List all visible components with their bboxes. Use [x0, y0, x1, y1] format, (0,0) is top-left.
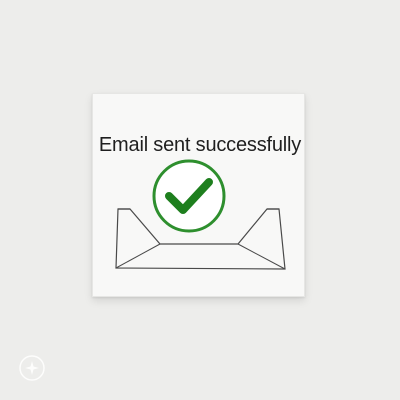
confirmation-screen: { "message": "Email sent successfully", …: [0, 0, 400, 400]
sparkle-icon: [19, 355, 45, 381]
check-circle-icon: [152, 159, 226, 233]
success-message: Email sent successfully: [98, 134, 302, 156]
